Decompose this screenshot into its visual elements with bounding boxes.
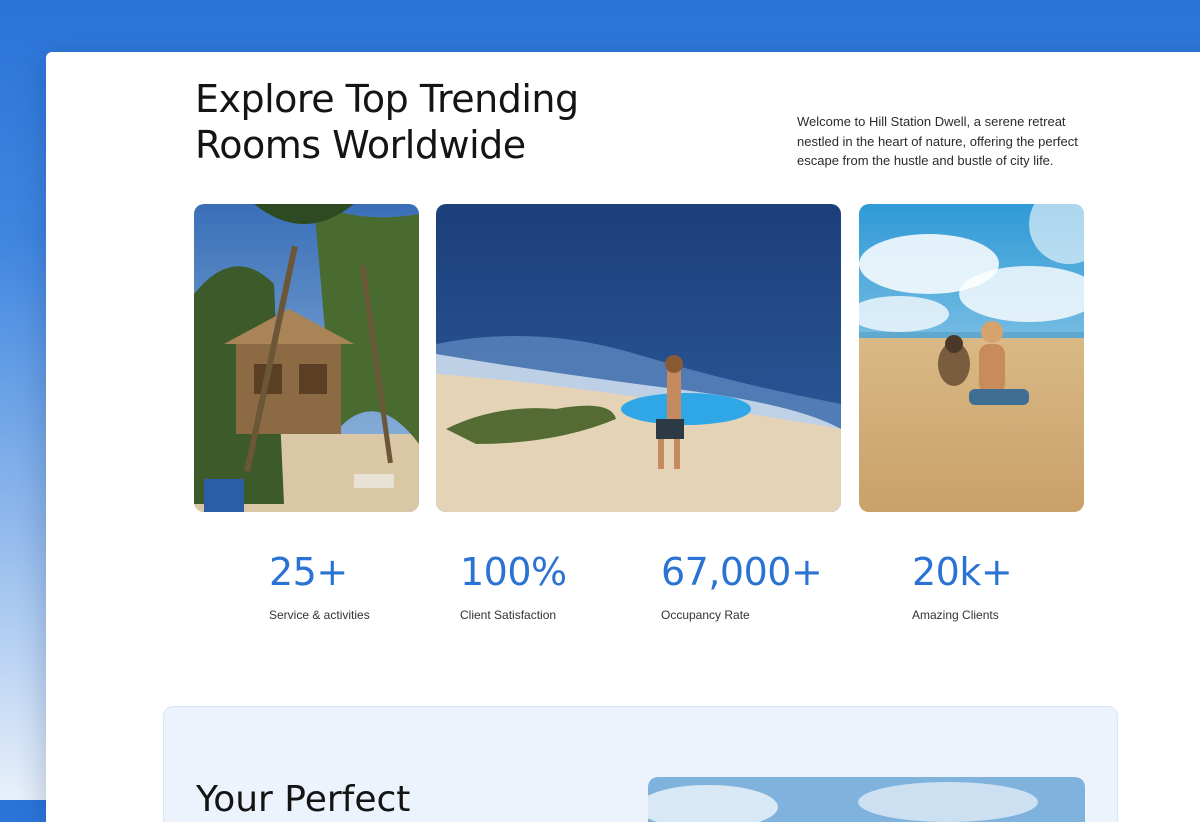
beach-hut-illustration	[194, 204, 419, 512]
page-card: Explore Top Trending Rooms Worldwide Wel…	[46, 52, 1200, 822]
stat-value: 25+	[269, 550, 348, 594]
stat-label: Service & activities	[269, 608, 370, 622]
stat-value: 67,000+	[661, 550, 823, 594]
stat-satisfaction: 100% Client Satisfaction	[460, 550, 567, 622]
boy-with-dog-photo[interactable]	[859, 204, 1084, 512]
stat-value: 20k+	[912, 550, 1013, 594]
beach-hut-photo[interactable]	[194, 204, 419, 512]
stat-label: Client Satisfaction	[460, 608, 557, 622]
stat-services: 25+ Service & activities	[269, 550, 370, 622]
stat-value: 100%	[460, 550, 567, 594]
surfer-photo[interactable]	[436, 204, 841, 512]
section-intro: Welcome to Hill Station Dwell, a serene …	[797, 114, 1078, 168]
surfer-illustration	[436, 204, 841, 512]
boy-dog-illustration	[859, 204, 1084, 512]
stat-label: Amazing Clients	[912, 608, 999, 622]
section-heading: Explore Top Trending Rooms Worldwide	[195, 77, 579, 167]
stat-occupancy: 67,000+ Occupancy Rate	[661, 550, 823, 622]
stat-label: Occupancy Rate	[661, 608, 750, 622]
stat-clients: 20k+ Amazing Clients	[912, 550, 1013, 622]
lower-section-panel: Your Perfect	[163, 706, 1118, 822]
